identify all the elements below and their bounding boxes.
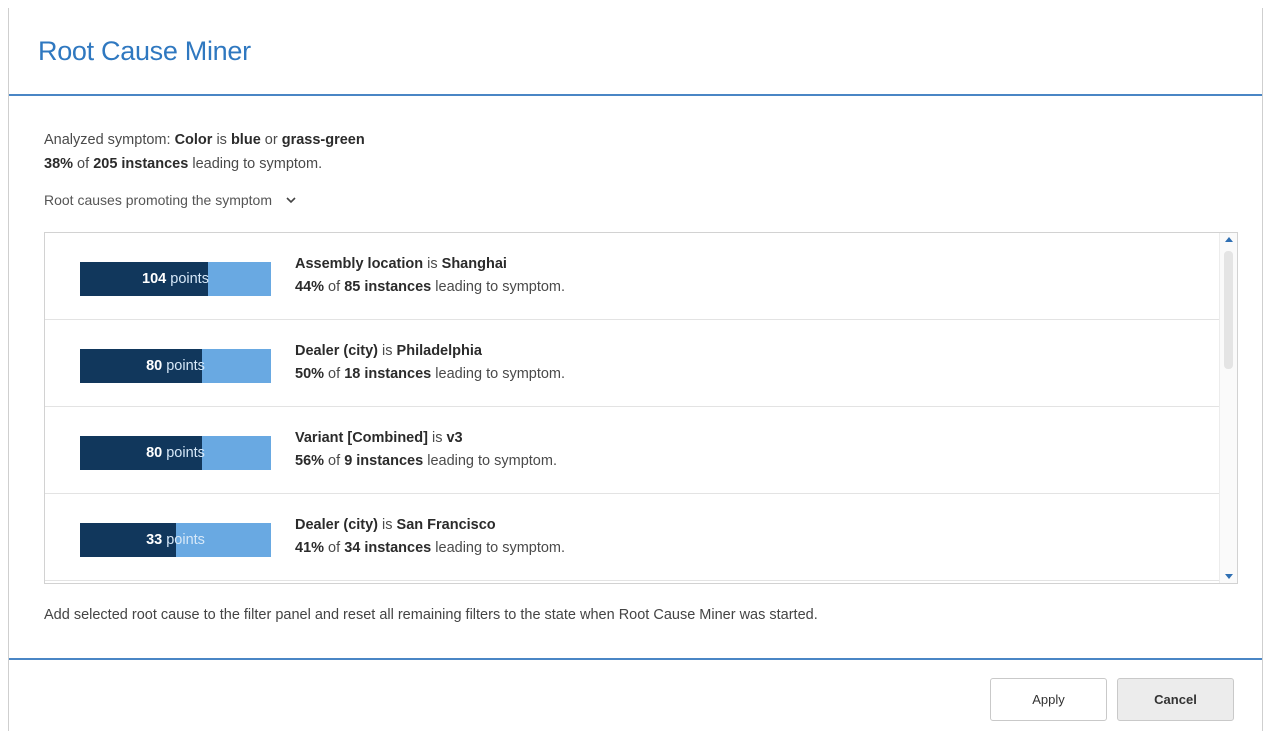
root-cause-instances: 34 instances <box>344 540 432 556</box>
root-causes-toggle[interactable]: Root causes promoting the symptom <box>44 192 298 208</box>
root-cause-value: v3 <box>446 430 463 446</box>
score-points: 80 <box>146 358 163 374</box>
root-cause-percent: 50% <box>295 366 325 382</box>
score-points-unit: points <box>166 532 205 548</box>
root-cause-column: Dealer (city) <box>295 517 379 533</box>
symptom-connector: is <box>212 132 231 148</box>
root-cause-connector: is <box>378 517 397 533</box>
root-cause-suffix: leading to symptom. <box>431 279 566 295</box>
score-bar: 33 points <box>80 523 271 557</box>
root-cause-suffix: leading to symptom. <box>431 540 566 556</box>
root-cause-instances: 9 instances <box>344 453 424 469</box>
root-cause-value: Shanghai <box>441 256 507 272</box>
analyzed-symptom-label: Analyzed symptom: <box>44 132 175 148</box>
root-cause-miner-dialog: Root Cause Miner Analyzed symptom: Color… <box>8 8 1263 731</box>
symptom-column: Color <box>174 132 213 148</box>
symptom-of: of <box>73 156 94 172</box>
symptom-suffix: leading to symptom. <box>188 156 323 172</box>
scrollbar-thumb[interactable] <box>1224 251 1233 369</box>
root-cause-value: Philadelphia <box>396 343 482 359</box>
root-cause-row[interactable]: 80 points Dealer (city) is Philadelphia 50%… <box>45 320 1219 407</box>
root-cause-column: Variant [Combined] <box>295 430 428 446</box>
root-cause-percent: 56% <box>295 453 325 469</box>
score-points: 104 <box>142 271 167 287</box>
root-cause-stats: 44% of 85 instances leading to symptom. <box>295 276 565 299</box>
root-cause-percent: 44% <box>295 279 325 295</box>
root-cause-of: of <box>324 453 345 469</box>
root-cause-text: Assembly location is Shanghai 44% of 85 i… <box>295 253 565 299</box>
root-cause-column: Assembly location <box>295 256 424 272</box>
score-bar: 80 points <box>80 349 271 383</box>
root-cause-instances: 85 instances <box>344 279 432 295</box>
root-causes-label: Root causes promoting the symptom <box>44 192 272 208</box>
list-scrollbar[interactable] <box>1219 233 1237 583</box>
scroll-down-arrow-icon[interactable] <box>1225 574 1233 579</box>
root-cause-condition: Dealer (city) is San Francisco <box>295 514 565 537</box>
symptom-value-1: blue <box>230 132 261 148</box>
root-cause-condition: Assembly location is Shanghai <box>295 253 565 276</box>
symptom-or: or <box>260 132 282 148</box>
analyzed-symptom-line: Analyzed symptom: Color is blue or grass… <box>44 128 365 152</box>
root-cause-condition: Dealer (city) is Philadelphia <box>295 340 565 363</box>
score-points-unit: points <box>170 271 209 287</box>
root-cause-percent: 41% <box>295 540 325 556</box>
root-cause-row[interactable]: 33 points Dealer (city) is San Francisco 41… <box>45 494 1219 581</box>
score-bar: 104 points <box>80 262 271 296</box>
root-cause-suffix: leading to symptom. <box>423 453 557 469</box>
symptom-summary: Analyzed symptom: Color is blue or grass… <box>44 128 365 176</box>
symptom-instances: 205 instances <box>93 156 189 172</box>
root-cause-suffix: leading to symptom. <box>431 366 566 382</box>
root-cause-value: San Francisco <box>396 517 496 533</box>
score-label: 33 points <box>80 523 271 557</box>
root-cause-row[interactable]: 104 points Assembly location is Shanghai 44… <box>45 233 1219 320</box>
score-points: 80 <box>146 445 163 461</box>
root-cause-connector: is <box>423 256 442 272</box>
score-points-unit: points <box>166 358 205 374</box>
root-cause-of: of <box>324 366 345 382</box>
dialog-body: Analyzed symptom: Color is blue or grass… <box>9 96 1262 660</box>
root-cause-instances: 18 instances <box>344 366 432 382</box>
chevron-down-icon <box>286 197 296 204</box>
root-cause-text: Dealer (city) is Philadelphia 50% of 18 i… <box>295 340 565 386</box>
root-cause-text: Variant [Combined] is v3 56% of 9 instanc… <box>295 427 557 473</box>
root-cause-text: Dealer (city) is San Francisco 41% of 34 … <box>295 514 565 560</box>
root-cause-condition: Variant [Combined] is v3 <box>295 427 557 450</box>
score-label: 80 points <box>80 436 271 470</box>
root-cause-column: Dealer (city) <box>295 343 379 359</box>
root-cause-row[interactable]: 80 points Variant [Combined] is v3 56% of 9… <box>45 407 1219 494</box>
score-points-unit: points <box>166 445 205 461</box>
score-label: 80 points <box>80 349 271 383</box>
dialog-header: Root Cause Miner <box>9 8 1262 96</box>
root-cause-connector: is <box>378 343 397 359</box>
root-causes-list[interactable]: 104 points Assembly location is Shanghai 44… <box>44 232 1238 584</box>
root-cause-of: of <box>324 279 345 295</box>
symptom-value-2: grass-green <box>281 132 365 148</box>
score-points: 33 <box>146 532 163 548</box>
root-cause-stats: 56% of 9 instances leading to symptom. <box>295 450 557 473</box>
cancel-button[interactable]: Cancel <box>1117 678 1234 721</box>
dialog-title: Root Cause Miner <box>38 35 251 66</box>
apply-button[interactable]: Apply <box>990 678 1107 721</box>
score-bar: 80 points <box>80 436 271 470</box>
apply-note: Add selected root cause to the filter pa… <box>44 607 818 623</box>
symptom-instances-line: 38% of 205 instances leading to symptom. <box>44 152 365 176</box>
root-cause-connector: is <box>427 430 447 446</box>
score-label: 104 points <box>80 262 271 296</box>
symptom-percent: 38% <box>44 156 74 172</box>
root-cause-of: of <box>324 540 345 556</box>
root-cause-stats: 41% of 34 instances leading to symptom. <box>295 537 565 560</box>
dialog-footer: Apply Cancel <box>9 660 1262 729</box>
scroll-up-arrow-icon[interactable] <box>1225 237 1233 242</box>
root-cause-stats: 50% of 18 instances leading to symptom. <box>295 363 565 386</box>
